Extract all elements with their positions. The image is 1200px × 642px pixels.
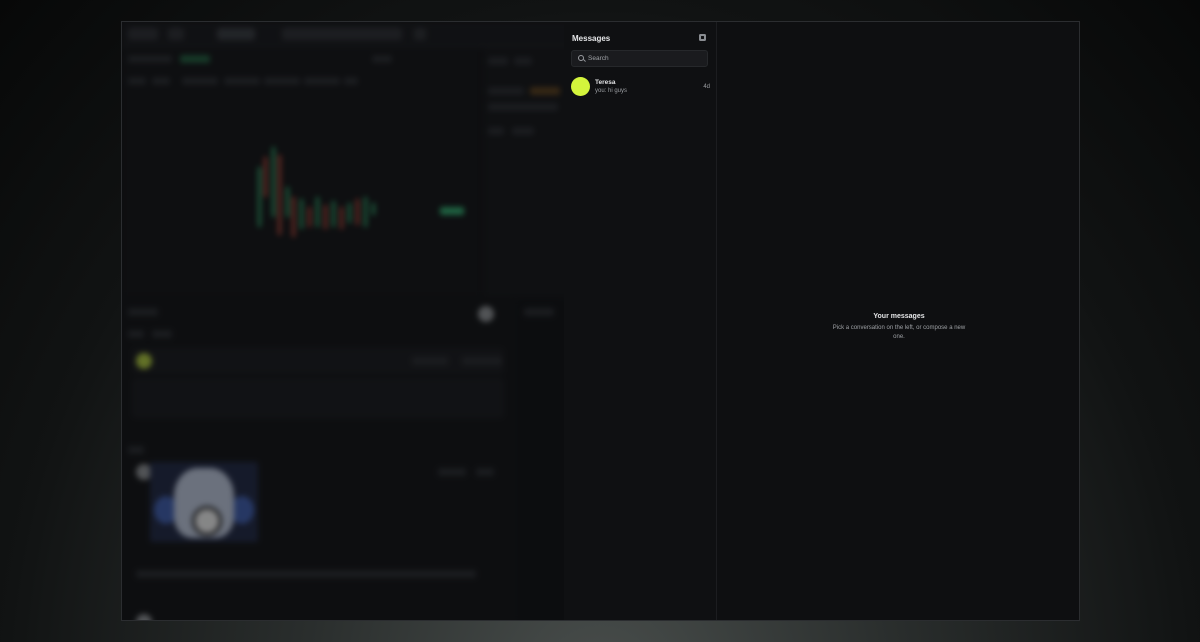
background-order-panel [484,47,574,297]
conversation-time: 4d [703,84,710,90]
empty-state-title: Your messages [873,313,925,320]
search-box[interactable] [571,50,708,67]
messages-header: Messages [572,32,708,46]
empty-state: Your messages Pick a conversation on the… [827,313,971,342]
conversation-view: Your messages Pick a conversation on the… [717,22,1079,620]
app-window: Messages Teresa you: hi guys 4d Your mes… [121,21,1080,621]
background-image-thumbnail [150,462,258,542]
empty-state-subtitle: Pick a conversation on the left, or comp… [832,325,966,340]
compose-icon[interactable] [699,34,706,41]
messages-panel: Messages Teresa you: hi guys 4d [564,22,717,620]
messages-title: Messages [572,34,611,43]
conversation-name: Teresa [595,79,616,86]
conversation-preview: you: hi guys [595,88,628,94]
background-mid-panel [518,300,564,620]
search-input[interactable] [588,51,703,66]
background-chart-panel [122,47,482,311]
avatar [571,77,590,96]
search-icon [578,55,584,61]
conversation-item[interactable]: Teresa you: hi guys 4d [571,76,710,98]
background-feed-panel [122,300,514,620]
